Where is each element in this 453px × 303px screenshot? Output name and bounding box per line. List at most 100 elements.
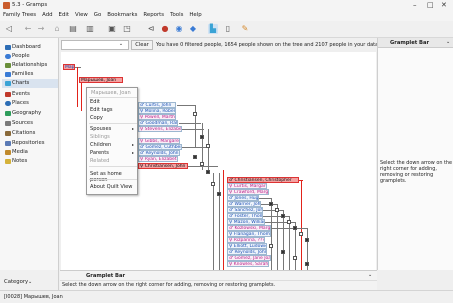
person-node[interactable]: ♂ Gomez, Jane Joane	[227, 255, 271, 261]
person-node[interactable]: ♂ Kozlowski, Margret	[227, 225, 271, 231]
menu-item-set-home-person[interactable]: Set as home person	[90, 171, 137, 183]
family-marker[interactable]	[206, 144, 210, 148]
filter-icon[interactable]: ▯	[223, 24, 233, 34]
family-marker[interactable]	[211, 182, 215, 186]
menu-view[interactable]: View	[72, 11, 91, 18]
family-marker[interactable]	[193, 155, 197, 159]
maximize-button[interactable]: □	[427, 1, 434, 9]
home-icon[interactable]: ⌂	[52, 24, 62, 34]
family-marker[interactable]	[275, 208, 279, 212]
family-marker[interactable]	[293, 256, 297, 260]
family-marker[interactable]	[299, 232, 303, 236]
sidebar-item-notes[interactable]: Notes	[2, 157, 58, 166]
menu-add[interactable]: Add	[39, 11, 55, 18]
person-node[interactable]: ♀ Stevens, Elizabeth	[138, 126, 182, 132]
menu-item-copy[interactable]: Copy	[90, 115, 103, 121]
sidebar-item-repositories[interactable]: Repositories	[2, 139, 58, 148]
root-person-node[interactable]: Марышев	[63, 64, 75, 70]
descendant-fan-icon[interactable]: ◉	[174, 24, 184, 34]
person-node[interactable]: ♀ Curtis, Margaret	[227, 183, 267, 189]
family-marker[interactable]	[193, 112, 197, 116]
person-node[interactable]: ♀ Rizparina, ???	[227, 237, 265, 243]
family-marker[interactable]	[200, 162, 204, 166]
person-node[interactable]: Марышев, Joan	[79, 77, 123, 83]
sidebar-item-sources[interactable]: Sources	[2, 119, 58, 128]
sidebar-item-people[interactable]: People	[2, 52, 58, 61]
menu-item-edit-tags[interactable]: Edit tags	[90, 107, 113, 113]
sidebar-item-charts[interactable]: Charts	[2, 79, 58, 88]
family-marker[interactable]	[281, 250, 285, 254]
ancestry-view-icon[interactable]: ⊲	[146, 24, 156, 34]
person-node[interactable]: ♂ Christiansen, Christopher	[227, 177, 299, 183]
family-marker[interactable]	[305, 262, 309, 266]
back-icon[interactable]: ←	[23, 24, 33, 34]
person-node[interactable]: ♀ Mazon, William	[227, 219, 265, 225]
sidebar-toggle-icon[interactable]: ◁	[4, 24, 14, 34]
menu-bookmarks[interactable]: Bookmarks	[104, 11, 140, 18]
person-node[interactable]: ♂ Jones, Hugh	[227, 195, 259, 201]
person-node[interactable]: ♀ Elliott, Ludowick	[227, 243, 267, 249]
family-marker[interactable]	[200, 135, 204, 139]
family-trees-icon[interactable]: ▤	[68, 24, 78, 34]
menu-tools[interactable]: Tools	[167, 11, 186, 18]
sidebar-item-relationships[interactable]: Relationships	[2, 61, 58, 70]
menu-item-about-quilt-view[interactable]: About Quilt View	[90, 184, 132, 190]
sidebar-item-dashboard[interactable]: Dashboard	[2, 43, 58, 52]
chevron-down-icon[interactable]: ⌄	[446, 39, 450, 45]
forward-icon[interactable]: →	[36, 24, 46, 34]
chevron-down-icon[interactable]: ⌄	[368, 272, 372, 278]
sidebar-item-families[interactable]: Families	[2, 70, 58, 79]
person-node[interactable]: ♀ Gibbs, Margaret	[138, 138, 180, 144]
person-node[interactable]: ♀ Flanagan, Thomas	[227, 231, 271, 237]
sidebar-item-events[interactable]: Events	[2, 90, 58, 99]
menu-go[interactable]: Go	[91, 11, 104, 18]
person-node[interactable]: ♂ Gomez, Cuthbert	[138, 144, 182, 150]
menu-reports[interactable]: Reports	[140, 11, 167, 18]
person-node[interactable]: ♂ Curtis, John	[138, 102, 176, 108]
family-marker[interactable]	[287, 220, 291, 224]
person-node[interactable]: ♂ Goodman, Ralph	[138, 120, 178, 126]
sidebar-item-places[interactable]: Places	[2, 99, 58, 108]
person-node[interactable]: ♀ Powell, Martha	[138, 114, 176, 120]
family-marker[interactable]	[206, 170, 210, 174]
person-node[interactable]: ♀ Knowles, Sarah	[227, 261, 269, 267]
gramplet-bar-tab[interactable]: Gramplet Bar ⌄	[378, 38, 453, 48]
family-marker[interactable]	[293, 226, 297, 230]
menu-item-parents[interactable]: Parents	[90, 150, 109, 156]
minimize-button[interactable]: –	[413, 1, 417, 9]
sidebar-item-geography[interactable]: Geography	[2, 109, 58, 118]
sidebar-item-citations[interactable]: Citations	[2, 129, 58, 138]
family-marker[interactable]	[217, 192, 221, 196]
family-marker[interactable]	[305, 238, 309, 242]
reports-icon[interactable]: ◳	[122, 24, 132, 34]
menu-family-trees[interactable]: Family Trees	[0, 11, 39, 18]
menu-item-children[interactable]: Children	[90, 142, 111, 148]
person-node[interactable]: ♀ Molina, Robert	[138, 108, 176, 114]
menu-item-spouses[interactable]: Spouses	[90, 126, 111, 132]
menu-edit[interactable]: Edit	[56, 11, 72, 18]
person-node[interactable]: ♂ Reynolds, John	[138, 150, 180, 156]
quilt-view-icon[interactable]: ▙	[208, 24, 218, 34]
person-node[interactable]: ♀ Crawford, Margaret	[227, 189, 269, 195]
close-button[interactable]: ✕	[441, 1, 447, 9]
chevron-down-icon[interactable]: ⌄	[115, 40, 127, 50]
pedigree-icon[interactable]: ◆	[188, 24, 198, 34]
category-selector[interactable]: Category ⌄	[0, 270, 59, 290]
configure-icon[interactable]: ✎	[240, 24, 250, 34]
person-node[interactable]: ♀ Christiansen, John	[138, 163, 188, 169]
family-marker[interactable]	[269, 244, 273, 248]
person-node[interactable]: ♂ Warner, John	[227, 201, 261, 207]
sidebar-item-media[interactable]: Media	[2, 148, 58, 157]
clear-button[interactable]: Clear	[131, 40, 153, 50]
person-node[interactable]: ♂ Sanchez, John	[227, 207, 263, 213]
family-marker[interactable]	[281, 214, 285, 218]
person-node[interactable]: ♂ Reynolds, John	[227, 249, 267, 255]
clipboard-icon[interactable]: ▣	[107, 24, 117, 34]
person-node[interactable]: ♂ Foster, Thomas	[227, 213, 263, 219]
family-marker[interactable]	[269, 202, 273, 206]
menu-item-edit[interactable]: Edit	[90, 99, 100, 105]
menu-help[interactable]: Help	[186, 11, 204, 18]
print-icon[interactable]: ▥	[85, 24, 95, 34]
person-node[interactable]: ♀ Ryan, Elizabeth	[138, 156, 178, 162]
fan-chart-icon[interactable]: ●	[160, 24, 170, 34]
